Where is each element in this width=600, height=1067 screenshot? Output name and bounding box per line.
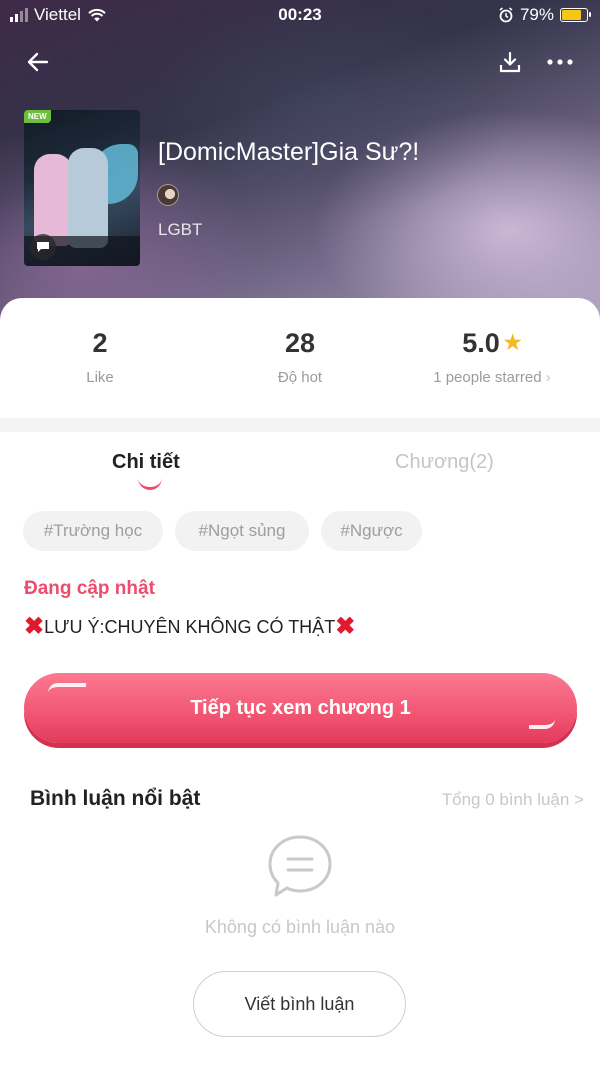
more-dots-icon: [547, 59, 573, 65]
status-bar: Viettel 00:23 79%: [0, 0, 600, 32]
stat-rating[interactable]: 5.0 ★ 1 people starred ›: [392, 328, 592, 386]
continue-reading-button[interactable]: Tiếp tục xem chương 1: [24, 673, 577, 743]
book-category[interactable]: LGBT: [158, 220, 202, 240]
rating-value: 5.0: [462, 328, 500, 358]
cross-mark-icon: ✖: [335, 613, 356, 640]
back-button[interactable]: [20, 44, 56, 80]
book-cover[interactable]: NEW: [24, 110, 140, 266]
download-button[interactable]: [492, 44, 528, 80]
tab-details[interactable]: Chi tiết: [112, 451, 180, 474]
battery-percent: 79%: [519, 5, 554, 24]
section-divider: [0, 418, 600, 432]
more-options-button[interactable]: [542, 44, 578, 80]
stats-row: 2 Like 28 Độ hot 5.0 ★ 1 people starred ›: [0, 298, 600, 418]
stat-hot: 28 Độ hot: [200, 328, 400, 386]
hot-count: 28: [284, 328, 316, 358]
stat-likes[interactable]: 2 Like: [0, 328, 200, 386]
tag-chip[interactable]: #Ngọt sủng: [175, 511, 309, 551]
write-comment-button[interactable]: Viết bình luận: [193, 971, 406, 1037]
alarm-clock-icon: [499, 7, 513, 23]
cross-mark-icon: ✖: [24, 613, 45, 640]
star-icon: ★: [503, 332, 522, 354]
chat-bubble-icon: [30, 234, 56, 260]
no-comments-text: Không có bình luận nào: [204, 917, 396, 937]
chevron-right-icon: ›: [545, 369, 551, 386]
comments-total-link[interactable]: Tổng 0 bình luận >: [442, 790, 584, 810]
update-status: Đang cập nhật: [24, 578, 155, 599]
battery-icon: [560, 8, 591, 22]
book-title: [DomicMaster]Gia Sư?!: [158, 138, 420, 166]
status-right: 79%: [498, 5, 591, 25]
download-icon: [499, 51, 521, 73]
rating-label: 1 people starred: [433, 369, 542, 386]
arrow-left-icon: [27, 52, 49, 72]
comment-bubble-icon: [268, 835, 332, 897]
continue-reading-label: Tiếp tục xem chương 1: [190, 696, 411, 719]
new-badge: NEW: [24, 110, 51, 123]
tab-chapters[interactable]: Chương(2): [395, 451, 494, 474]
description-note: ✖ LƯU Ý:CHUYÊN KHÔNG CÓ THẬT ✖: [24, 615, 355, 639]
comments-heading: Bình luận nổi bật: [30, 787, 201, 810]
likes-count: 2: [92, 328, 108, 358]
note-text: LƯU Ý:CHUYÊN KHÔNG CÓ THẬT: [44, 616, 336, 637]
author-avatar[interactable]: [157, 184, 179, 206]
tag-chip[interactable]: #Ngược: [321, 511, 422, 551]
likes-label: Like: [86, 369, 114, 386]
tag-chip[interactable]: #Trường học: [23, 511, 163, 551]
hot-label: Độ hot: [277, 369, 323, 386]
